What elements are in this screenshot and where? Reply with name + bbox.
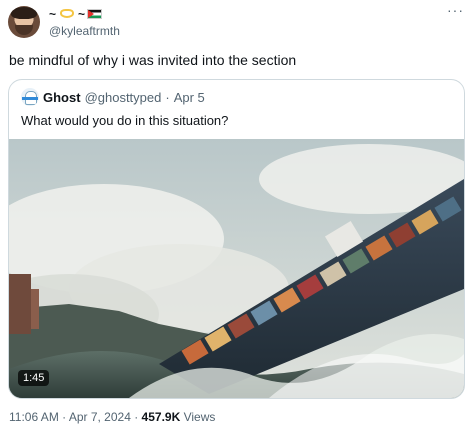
footer-separator: · (130, 410, 142, 424)
footer-separator: · (58, 410, 69, 424)
avatar[interactable] (8, 6, 40, 38)
quoted-separator: · (165, 89, 170, 105)
views-count[interactable]: 457.9K (142, 410, 181, 424)
display-name[interactable]: ~ ~ (49, 6, 103, 22)
quoted-text: What would you do in this situation? (21, 113, 229, 128)
quoted-name[interactable]: Ghost (43, 90, 81, 105)
quoted-handle[interactable]: @ghosttyped (85, 90, 162, 105)
tweet-time[interactable]: 11:06 AM (9, 410, 59, 424)
more-icon[interactable]: ··· (447, 2, 464, 18)
views-label: Views (180, 410, 216, 424)
quoted-header: Ghost @ghosttyped · Apr 5 (21, 88, 205, 106)
video-duration: 1:45 (18, 370, 50, 386)
tweet-date[interactable]: Apr 7, 2024 (69, 410, 131, 424)
display-name-suffix: ~ (78, 7, 86, 21)
video-frame (9, 139, 464, 398)
tweet-text: be mindful of why i was invited into the… (9, 52, 297, 68)
display-name-prefix: ~ (49, 7, 57, 21)
author-handle[interactable]: @kyleaftrmth (49, 24, 120, 38)
quoted-date[interactable]: Apr 5 (174, 90, 205, 105)
quoted-tweet[interactable]: Ghost @ghosttyped · Apr 5 What would you… (8, 79, 465, 399)
flag-icon (87, 9, 103, 19)
heart-emoji-icon (58, 8, 76, 20)
video-player[interactable]: 1:45 (9, 139, 464, 398)
quoted-avatar-icon[interactable] (21, 88, 39, 106)
tweet-footer: 11:06 AM · Apr 7, 2024 · 457.9K Views (9, 410, 215, 424)
